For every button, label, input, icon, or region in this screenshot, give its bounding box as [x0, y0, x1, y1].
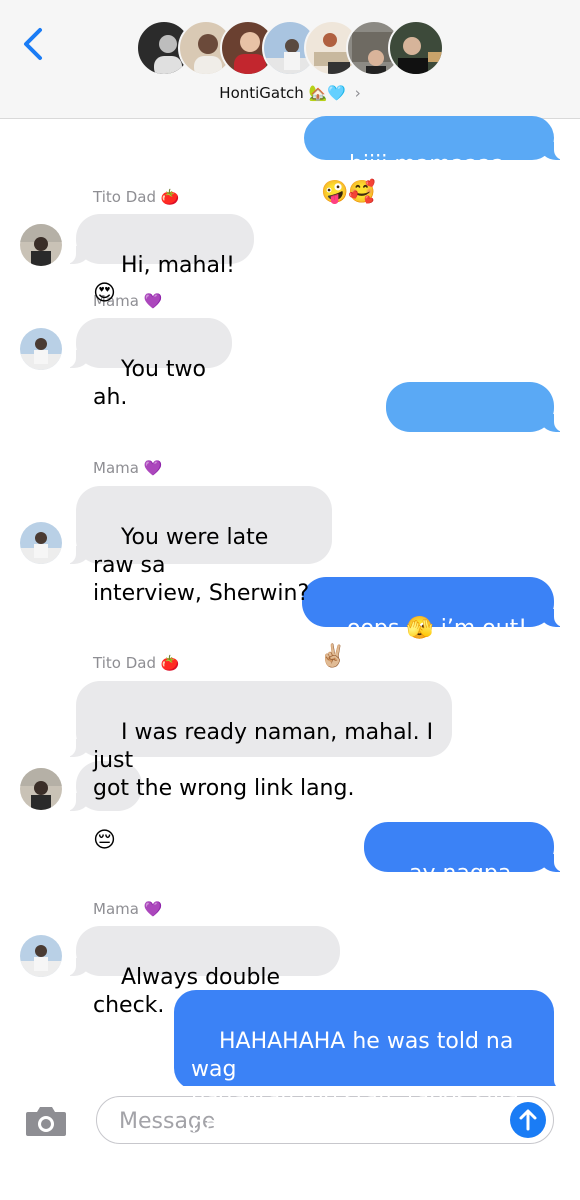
outgoing-message[interactable]: ay nagpa-cute [364, 822, 564, 914]
sender-name: Tito Dad 🍅 [93, 188, 180, 206]
sender-name: Mama 💜 [93, 900, 163, 918]
message-text: You were late raw sa interview, Sherwin? [93, 525, 310, 606]
message-text: ay nagpa-cute [381, 861, 520, 914]
message-text: I was ready naman, mahal. I just got the… [93, 720, 434, 801]
group-name[interactable]: HontiGatch 🏡🩵 › [0, 84, 580, 102]
avatar[interactable] [20, 328, 62, 370]
avatar[interactable] [20, 522, 62, 564]
sender-name: Tito Dad 🍅 [93, 654, 180, 672]
group-name-text: HontiGatch [219, 84, 304, 102]
outgoing-message[interactable]: hehehehehe [386, 382, 564, 474]
message-text: hiiii mamaaaa 🤪🥰 [321, 152, 512, 205]
incoming-message[interactable]: You were late raw sa interview, Sherwin? [66, 486, 332, 606]
conversation-header: HontiGatch 🏡🩵 › [0, 0, 580, 119]
incoming-message[interactable]: I was ready naman, mahal. I just got the… [66, 681, 452, 801]
message-text: Hi, mahal! 😍 [93, 253, 242, 306]
incoming-message[interactable]: You two ah. [66, 318, 232, 410]
group-emoji: 🏡🩵 [308, 84, 346, 102]
avatar[interactable] [20, 935, 62, 977]
message-text: You two ah. [93, 357, 213, 410]
group-avatars[interactable] [136, 20, 446, 78]
avatar[interactable] [20, 224, 62, 266]
incoming-message[interactable]: Always double check. [66, 926, 340, 1018]
sender-name: Mama 💜 [93, 459, 163, 477]
outgoing-message[interactable]: HAHAHAHA he was told na wag pagalitan th… [174, 990, 564, 1138]
chevron-left-icon [24, 28, 42, 60]
member-avatar [388, 20, 444, 76]
camera-button[interactable] [24, 1104, 68, 1138]
back-button[interactable] [18, 26, 52, 62]
outgoing-message[interactable]: oops 🫣 i’m out! ✌🏼 [302, 577, 564, 669]
message-text: hehehehehe [403, 449, 541, 474]
message-text: oops 🫣 i’m out! ✌🏼 [319, 616, 535, 669]
avatar[interactable] [20, 768, 62, 810]
outgoing-message[interactable]: hiiii mamaaaa 🤪🥰 [304, 116, 564, 205]
incoming-message[interactable]: Hi, mahal! 😍 [66, 214, 254, 306]
chevron-right-icon: › [354, 84, 361, 102]
message-text: 😔 [93, 828, 116, 853]
camera-icon [26, 1107, 66, 1136]
